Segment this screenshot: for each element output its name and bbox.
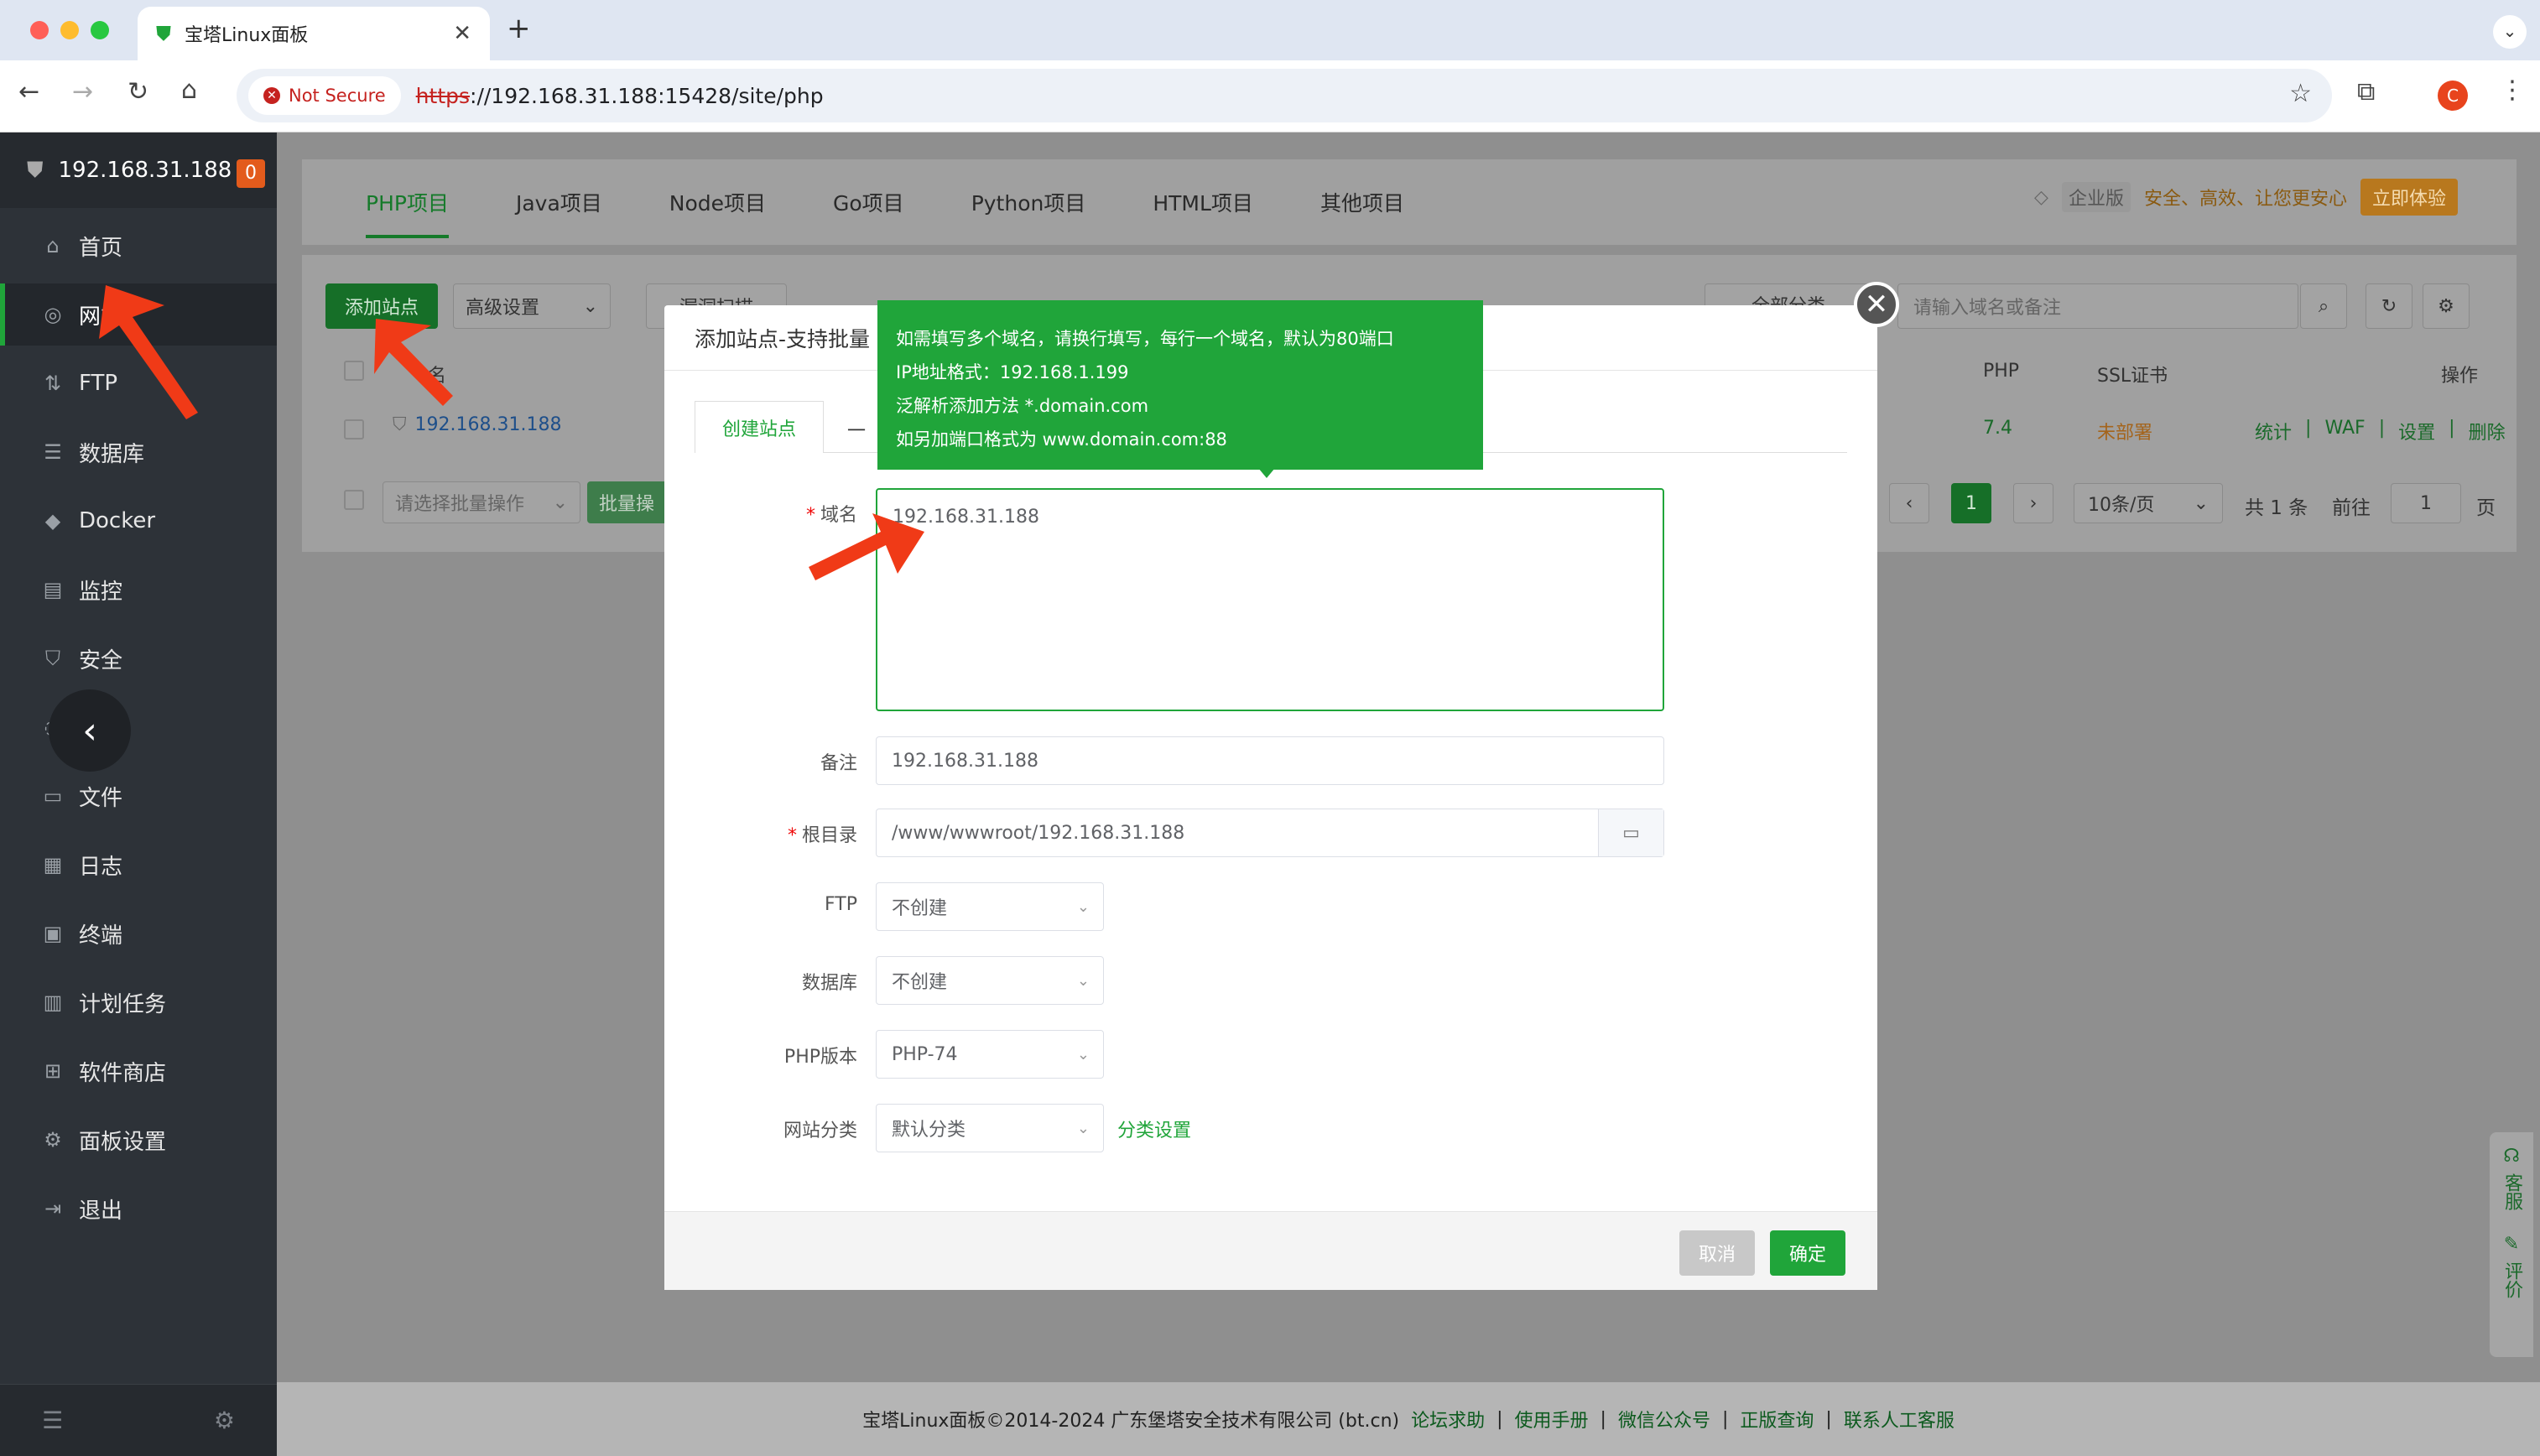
arrow-website-icon — [99, 285, 198, 419]
arrow-domain-icon — [809, 513, 924, 580]
arrow-add-site-icon — [374, 319, 453, 406]
annotation-arrows — [99, 285, 924, 580]
